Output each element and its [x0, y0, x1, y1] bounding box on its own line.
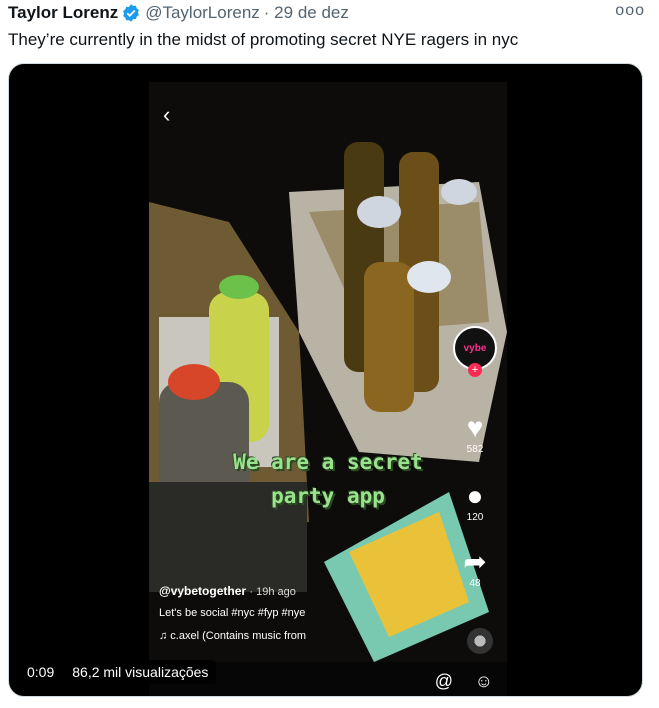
verified-badge-icon: [123, 4, 140, 22]
comment-icon: ●: [466, 480, 484, 511]
video-scene-image: [149, 82, 507, 696]
video-description: Let's be social #nyc #fyp #nye: [159, 607, 306, 619]
heart-icon: ♥: [466, 412, 484, 443]
video-username[interactable]: @vybetogether: [159, 584, 246, 598]
author-handle[interactable]: @TaylorLorenz: [145, 3, 260, 23]
more-icon[interactable]: ooo: [615, 2, 645, 20]
emoji-icon[interactable]: ☺: [475, 671, 493, 692]
comment-button[interactable]: ● 120: [453, 480, 497, 523]
elapsed-time: 0:09: [27, 664, 55, 680]
author-name[interactable]: Taylor Lorenz: [8, 3, 118, 23]
like-count: 582: [466, 444, 484, 455]
comment-count: 120: [466, 512, 484, 523]
share-count: 48: [469, 578, 481, 589]
tiktok-video-frame[interactable]: ‹ We are a secret party app vybe + ♥ 582…: [149, 82, 507, 696]
share-icon: ➦: [463, 546, 487, 577]
at-icon[interactable]: @: [435, 671, 453, 692]
back-icon[interactable]: ‹: [163, 102, 170, 128]
posted-ago: · 19h ago: [249, 586, 296, 598]
tweet-text: They’re currently in the midst of promot…: [8, 30, 519, 49]
music-disc-icon[interactable]: [467, 628, 493, 654]
video-player[interactable]: ‹ We are a secret party app vybe + ♥ 582…: [8, 63, 643, 697]
follow-plus-icon[interactable]: +: [468, 363, 482, 377]
tweet-date[interactable]: · 29 de dez: [264, 3, 349, 23]
video-user[interactable]: @vybetogether · 19h ago: [159, 584, 296, 598]
music-credit[interactable]: ♫ c.axel (Contains music from: [159, 630, 306, 642]
tweet-header: Taylor Lorenz @TaylorLorenz · 29 de dez: [8, 2, 349, 24]
view-count: 86,2 mil visualizações: [72, 664, 209, 680]
account-avatar[interactable]: vybe +: [453, 326, 497, 386]
like-button[interactable]: ♥ 582: [453, 412, 497, 455]
video-timer-overlay: 0:09 86,2 mil visualizações: [19, 660, 217, 684]
share-button[interactable]: ➦ 48: [453, 546, 497, 589]
